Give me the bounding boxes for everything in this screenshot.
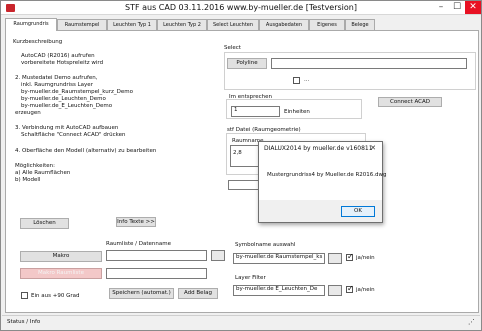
layer-filter-checkbox[interactable] (346, 284, 354, 293)
layer-filter-label: Layer Filter (235, 275, 266, 281)
description-line: 3. Verbindung mit AutoCAD aufbauen (15, 125, 119, 131)
ausgabe-label: Raumliste / Datenname (106, 241, 171, 247)
symbolname-check-label: ja/nein (356, 255, 375, 261)
tab-raumgrundris[interactable]: Raumgrundris (5, 18, 57, 31)
symbolname-browse[interactable] (328, 253, 342, 264)
symbolname-field[interactable]: by-mueller.de Raumstempel_ks (233, 253, 325, 264)
description-line: 2. Mustedatei Demo aufrufen, (15, 75, 98, 81)
select-checkbox[interactable] (293, 77, 300, 84)
tab-eigenes[interactable]: Eigenes (309, 19, 345, 30)
description-line: erzeugen (15, 110, 41, 116)
window-title: STF aus CAD 03.11.2016 www.by-mueller.de… (125, 3, 357, 12)
layer-filter-field[interactable]: by-mueller.de E_Leuchten_De (233, 285, 325, 296)
description-line: Schaltfläche "Connect ACAD" drücken (21, 132, 126, 138)
polyline-field[interactable] (271, 58, 467, 69)
description-line: vorbereitete Hotspreleitz wird (21, 60, 104, 66)
description-line: 4. Oberfläche den Modell (alternativ) zu… (15, 148, 157, 154)
makro-button[interactable]: Makro (20, 251, 102, 262)
tab-leuchten-typ-2[interactable]: Leuchten Typ 2 (157, 19, 207, 30)
description-line: by-mueller.de_Leuchten_Demo (21, 96, 106, 102)
ok-button[interactable]: OK (341, 206, 375, 217)
status-bar: Status / Info ⋰ (2, 315, 480, 330)
dialog-message: Mustergrundriss4 by Mueller.de R2016.dwg (267, 172, 387, 178)
description-line: by-mueller.de_Raumstempel_kurz_Demo (21, 89, 134, 95)
intersection-unit: Einheiten (284, 109, 310, 115)
makro-raumliste-button[interactable]: Makro Raumliste (20, 268, 102, 279)
layer-filter-check-label: ja/nein (356, 287, 375, 293)
dialog-close-icon[interactable]: ✕ (367, 143, 379, 154)
tab-strip: Raumgrundris Raumstempel Leuchten Typ 1 … (5, 18, 479, 31)
dialog-footer: OK (259, 200, 382, 222)
symbolname-label: Symbolname auswahl (235, 242, 296, 248)
description-heading: Kurzbeschreibung (13, 39, 63, 45)
resize-grip-icon[interactable]: ⋰ (468, 318, 475, 326)
raumliste-field[interactable] (106, 268, 207, 279)
loeschen-button[interactable]: Löschen (20, 218, 69, 229)
minimize-icon[interactable]: – (433, 1, 449, 14)
title-bar: STF aus CAD 03.11.2016 www.by-mueller.de… (1, 1, 481, 15)
tab-leuchten-typ-1[interactable]: Leuchten Typ 1 (107, 19, 157, 30)
description-line: inkl. Raumgrundriss Layer (21, 82, 93, 88)
tab-select-leuchten[interactable]: Select Leuchten (207, 19, 259, 30)
message-dialog: DIALUX2014 by mueller.de v160811 ✕ Muste… (258, 141, 387, 223)
speichern-button[interactable]: Speichern (automat.) (109, 288, 174, 299)
connect-acad-button[interactable]: Connect ACAD (378, 97, 442, 107)
tab-panel: Kurzbeschreibung AutoCAD (R2016) aufrufe… (5, 30, 479, 313)
description-line: by-mueller.de_E_Leuchten_Demo (21, 103, 113, 109)
layer-filter-browse[interactable] (328, 285, 342, 296)
description-line: b) Modell (15, 177, 41, 183)
intersection-field[interactable]: 1 (231, 106, 280, 117)
dialog-title: DIALUX2014 by mueller.de v160811 (264, 145, 373, 152)
info-texte-button[interactable]: Info Texte >> (116, 217, 156, 227)
description-box: Kurzbeschreibung AutoCAD (R2016) aufrufe… (13, 39, 213, 212)
ein-aus-label: Ein aus +90 Grad (31, 293, 80, 299)
polyline-button[interactable]: Polyline (227, 58, 267, 69)
main-window: STF aus CAD 03.11.2016 www.by-mueller.de… (0, 0, 482, 331)
tab-ausgabedaten[interactable]: Ausgabedaten (259, 19, 309, 30)
tab-raumstempel[interactable]: Raumstempel (57, 19, 107, 30)
ein-aus-checkbox[interactable] (21, 292, 28, 299)
close-icon[interactable]: ✕ (465, 1, 481, 14)
ausgabe-field[interactable] (106, 250, 207, 261)
select-label: Select (224, 45, 241, 51)
add-belag-button[interactable]: Add Belag (178, 288, 218, 299)
description-line: a) Alle Raumflächen (15, 170, 71, 176)
tab-belege[interactable]: Belege (345, 19, 375, 30)
status-text: Status / Info (7, 319, 41, 325)
ausgabe-browse[interactable] (211, 250, 225, 261)
description-line: Möglichkeiten: (15, 163, 55, 169)
select-checkbox-label: ... (304, 77, 310, 83)
dialog-title-bar: DIALUX2014 by mueller.de v160811 ✕ (259, 142, 382, 155)
maximize-icon[interactable]: ☐ (449, 1, 465, 14)
symbolname-checkbox[interactable] (346, 252, 354, 261)
description-line: AutoCAD (R2016) aufrufen (21, 53, 95, 59)
